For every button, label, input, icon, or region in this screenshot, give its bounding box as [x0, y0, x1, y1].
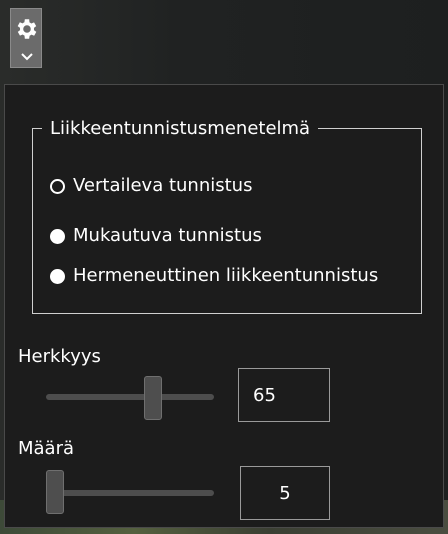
sensitivity-value-field[interactable]: 65 — [238, 368, 330, 422]
sensitivity-slider-thumb[interactable] — [143, 376, 162, 420]
radio-selected-icon[interactable] — [50, 178, 65, 194]
radio-option-hermeneutic[interactable]: Hermeneuttinen liikkeentunnistus — [50, 262, 378, 290]
amount-slider-thumb[interactable] — [46, 470, 64, 514]
radio-unselected-icon[interactable] — [50, 268, 65, 284]
amount-value: 5 — [279, 482, 291, 504]
radio-label: Hermeneuttinen liikkeentunnistus — [73, 265, 379, 286]
settings-button[interactable] — [10, 8, 42, 68]
radio-label: Mukautuva tunnistus — [73, 225, 262, 246]
chevron-down-icon — [21, 53, 33, 61]
amount-value-field[interactable]: 5 — [240, 466, 330, 520]
amount-label: Määrä — [18, 438, 75, 459]
amount-slider-track[interactable] — [46, 490, 214, 496]
radio-label: Vertaileva tunnistus — [73, 175, 253, 196]
radio-unselected-icon[interactable] — [50, 228, 65, 244]
gear-icon — [17, 19, 37, 39]
sensitivity-slider-track[interactable] — [46, 394, 214, 400]
radio-option-adaptive[interactable]: Mukautuva tunnistus — [50, 222, 262, 250]
radio-option-comparative[interactable]: Vertaileva tunnistus — [50, 172, 252, 200]
detection-method-legend: Liikkeentunnistusmenetelmä — [42, 118, 319, 140]
sensitivity-value: 65 — [253, 384, 276, 406]
sensitivity-label: Herkkyys — [18, 346, 101, 367]
